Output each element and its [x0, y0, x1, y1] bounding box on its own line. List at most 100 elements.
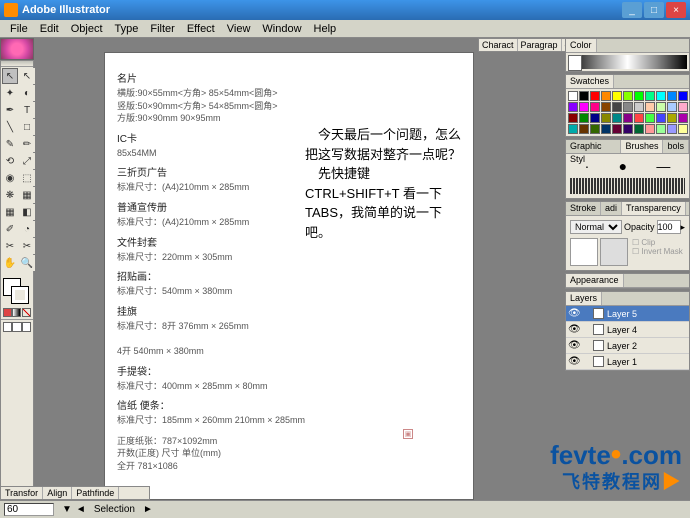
eyedropper-tool[interactable]: ✐	[2, 221, 18, 237]
rectangle-tool[interactable]: □	[19, 119, 35, 135]
swatch[interactable]	[667, 102, 677, 112]
transparency-thumb[interactable]	[570, 238, 598, 266]
gradient-mode-button[interactable]	[12, 308, 21, 317]
swatch[interactable]	[590, 91, 600, 101]
swatch[interactable]	[645, 124, 655, 134]
swatch[interactable]	[634, 102, 644, 112]
none-mode-button[interactable]	[22, 308, 31, 317]
tab-align[interactable]: Align	[43, 487, 72, 499]
visibility-icon[interactable]: 👁	[568, 308, 580, 319]
swatch[interactable]	[568, 124, 578, 134]
swatch[interactable]	[612, 91, 622, 101]
swatch[interactable]	[678, 124, 688, 134]
brush-item[interactable]: —	[656, 158, 670, 174]
swatch[interactable]	[623, 102, 633, 112]
tab-color[interactable]: Color	[566, 39, 597, 52]
swatch[interactable]	[612, 102, 622, 112]
swatch[interactable]	[656, 124, 666, 134]
swatch[interactable]	[667, 113, 677, 123]
graph-tool[interactable]: ▦	[19, 187, 35, 203]
visibility-icon[interactable]: 👁	[568, 340, 580, 351]
swatch[interactable]	[634, 113, 644, 123]
swatch[interactable]	[612, 124, 622, 134]
menu-object[interactable]: Object	[65, 23, 109, 35]
tab-gradient[interactable]: adi	[601, 202, 622, 215]
pencil-tool[interactable]: ✏	[19, 136, 35, 152]
window-close-button[interactable]: ×	[666, 2, 686, 18]
opacity-arrow-icon[interactable]: ▸	[681, 222, 686, 233]
nav-right-icon[interactable]: ►	[143, 504, 153, 515]
slice-tool[interactable]: ✂	[2, 238, 18, 254]
tab-layers[interactable]: Layers	[566, 292, 602, 305]
selection-tool[interactable]: ↖	[2, 68, 18, 84]
tab-stroke[interactable]: Stroke	[566, 202, 601, 215]
swatch[interactable]	[656, 102, 666, 112]
layer-row[interactable]: 👁Layer 4	[566, 322, 689, 338]
swatch[interactable]	[579, 91, 589, 101]
swatch[interactable]	[645, 113, 655, 123]
swatch[interactable]	[623, 113, 633, 123]
swatch[interactable]	[623, 124, 633, 134]
tab-swatches[interactable]: Swatches	[566, 75, 614, 88]
swatch[interactable]	[645, 102, 655, 112]
menu-view[interactable]: View	[221, 23, 257, 35]
brush-item[interactable]: ·	[585, 158, 590, 174]
blend-tool[interactable]: ◔	[19, 221, 35, 237]
screen-mode-standard[interactable]	[3, 322, 12, 332]
screen-mode-full-menu[interactable]	[12, 322, 21, 332]
tab-transform[interactable]: Transfor	[1, 487, 43, 499]
menu-filter[interactable]: Filter	[144, 23, 180, 35]
swatch[interactable]	[656, 113, 666, 123]
visibility-icon[interactable]: 👁	[568, 356, 580, 367]
free-transform-tool[interactable]: ⬚	[19, 170, 35, 186]
menu-help[interactable]: Help	[308, 23, 343, 35]
screen-mode-full[interactable]	[22, 322, 31, 332]
layer-row[interactable]: 👁Layer 1	[566, 354, 689, 370]
menu-file[interactable]: File	[4, 23, 34, 35]
symbol-sprayer-tool[interactable]: ❋	[2, 187, 18, 203]
swatch[interactable]	[667, 124, 677, 134]
swatch[interactable]	[579, 113, 589, 123]
swatch[interactable]	[568, 113, 578, 123]
menu-window[interactable]: Window	[256, 23, 307, 35]
swatch[interactable]	[678, 102, 688, 112]
swatch[interactable]	[634, 124, 644, 134]
zoom-input[interactable]: 60	[4, 503, 54, 516]
menu-edit[interactable]: Edit	[34, 23, 65, 35]
tab-brushes[interactable]: Brushes	[621, 140, 663, 153]
swatch[interactable]	[590, 113, 600, 123]
swatch[interactable]	[568, 102, 578, 112]
swatch[interactable]	[667, 91, 677, 101]
swatch[interactable]	[601, 91, 611, 101]
tab-appearance[interactable]: Appearance	[566, 274, 624, 287]
zoom-dropdown-icon[interactable]: ▼	[62, 504, 72, 515]
rotate-tool[interactable]: ⟲	[2, 153, 18, 169]
menu-type[interactable]: Type	[109, 23, 145, 35]
stroke-color-well[interactable]	[11, 286, 29, 304]
type-tool[interactable]: T	[19, 102, 35, 118]
hand-tool[interactable]: ✋	[2, 255, 18, 271]
canvas[interactable]: 名片横版:90×55mm<方角> 85×54mm<圆角>竖版:50×90mm<方…	[104, 52, 474, 500]
gradient-tool[interactable]: ◧	[19, 204, 35, 220]
swatch[interactable]	[568, 91, 578, 101]
color-spectrum[interactable]	[568, 55, 687, 69]
swatch[interactable]	[601, 113, 611, 123]
scissors-tool[interactable]: ✂	[19, 238, 35, 254]
swatch[interactable]	[645, 91, 655, 101]
swatch[interactable]	[678, 113, 688, 123]
pen-tool[interactable]: ✒	[2, 102, 18, 118]
swatch[interactable]	[579, 102, 589, 112]
brush-item[interactable]: ●	[619, 158, 627, 174]
menu-effect[interactable]: Effect	[181, 23, 221, 35]
swatch[interactable]	[678, 91, 688, 101]
swatch[interactable]	[634, 91, 644, 101]
swatch[interactable]	[612, 113, 622, 123]
opacity-input[interactable]	[657, 220, 681, 234]
tab-transparency[interactable]: Transparency	[622, 202, 686, 215]
line-tool[interactable]: ╲	[2, 119, 18, 135]
tab-graphic-styles[interactable]: Graphic Styl	[566, 140, 621, 153]
swatch[interactable]	[590, 124, 600, 134]
mesh-tool[interactable]: ▦	[2, 204, 18, 220]
tab-symbols[interactable]: bols	[663, 140, 689, 153]
swatch[interactable]	[601, 102, 611, 112]
